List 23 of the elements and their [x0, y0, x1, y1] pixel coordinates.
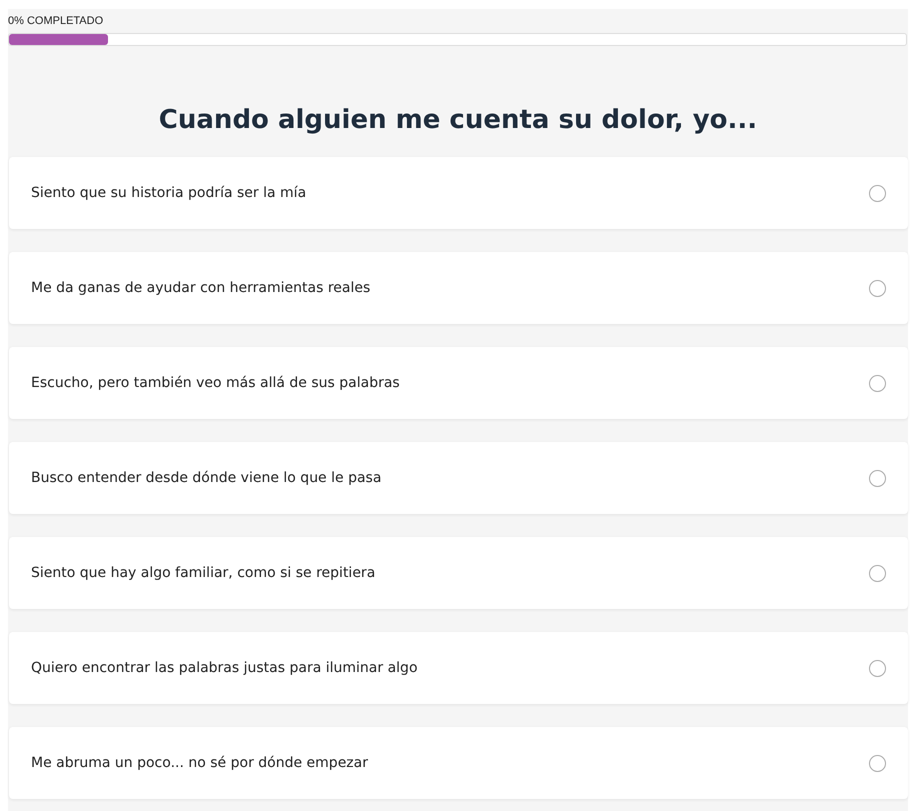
radio-button[interactable]	[869, 564, 886, 582]
option-text: Quiero encontrar las palabras justas para iluminar algo	[31, 660, 418, 676]
answer-option[interactable]: Siento que su historia podría ser la mía	[9, 157, 908, 229]
option-text: Siento que hay algo familiar, como si se repitiera	[31, 565, 376, 581]
radio-button[interactable]	[869, 754, 886, 772]
answer-option[interactable]: Escucho, pero también veo más allá de sus palabras	[9, 347, 908, 419]
answer-option[interactable]: Me da ganas de ayudar con herramientas reales	[9, 252, 908, 324]
option-text: Me da ganas de ayudar con herramientas reales	[31, 280, 370, 296]
answer-option[interactable]: Quiero encontrar las palabras justas para iluminar algo	[9, 632, 908, 704]
option-text: Siento que su historia podría ser la mía	[31, 185, 306, 201]
radio-button[interactable]	[869, 184, 886, 202]
radio-button[interactable]	[869, 660, 886, 676]
answer-option[interactable]: Busco entender desde dónde viene lo que le pasa	[9, 442, 908, 514]
radio-button[interactable]	[869, 374, 886, 392]
answer-option[interactable]: Siento que hay algo familiar, como si se repitiera	[9, 537, 908, 609]
question-title: Cuando alguien me cuenta su dolor, yo...	[158, 104, 758, 136]
answer-option[interactable]: Me abruma un poco... no sé por dónde empezar	[9, 727, 908, 799]
radio-button[interactable]	[869, 280, 886, 296]
option-text: Escucho, pero también veo más allá de sus palabras	[31, 375, 400, 391]
option-text: Busco entender desde dónde viene lo que le pasa	[31, 470, 382, 486]
radio-button[interactable]	[869, 470, 886, 486]
option-text: Me abruma un poco... no sé por dónde empezar	[31, 755, 368, 771]
progress-label: 0% COMPLETADO	[8, 14, 104, 28]
